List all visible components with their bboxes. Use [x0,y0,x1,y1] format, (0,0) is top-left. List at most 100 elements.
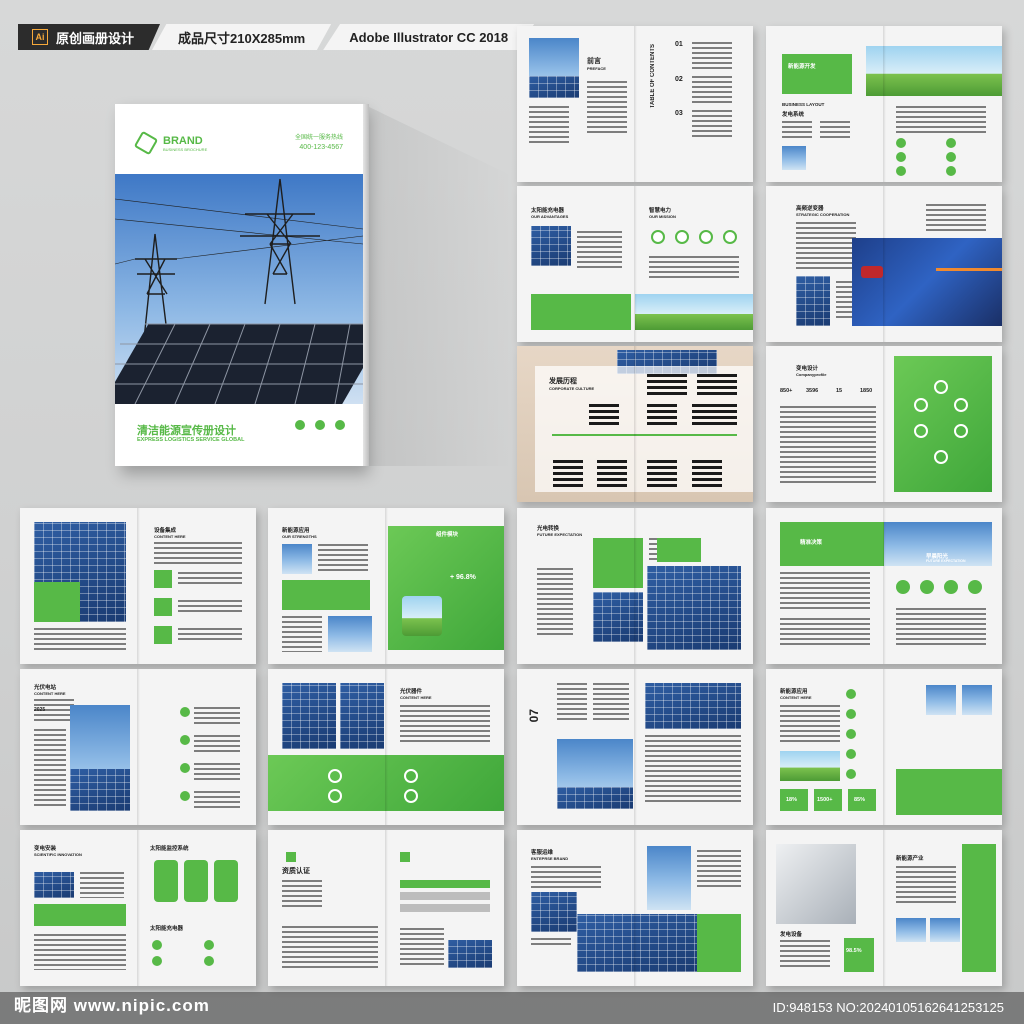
spread9-panel-2 [647,566,741,650]
illustrator-icon: Ai [32,29,48,45]
spread14-green-box [896,769,1002,815]
spread2-heading: 发电系统 [782,112,805,118]
spread3-circle-3 [699,230,713,244]
spread16-bar-3 [400,904,490,912]
cover-phone-label: 全国统一服务热线 [294,135,343,141]
spread8-photo-1 [282,544,312,574]
spread5-title: 发展历程 [549,378,577,385]
spread15-dot-4 [204,956,214,966]
spread-07: 07 [517,669,753,825]
preface-text-2 [587,81,627,136]
spread3-left-sub: OUR ADVANTAGES [531,214,569,219]
green-title-box [782,54,852,94]
spread14-photo-2 [962,685,992,715]
spread8-text-2 [282,616,322,652]
spread15-card-3 [214,860,238,902]
spread3-panel-photo [531,226,571,266]
spread8-text-1 [318,544,368,574]
stat-box-3-value: 85% [854,797,866,803]
spread17-title: 客服运维 [531,850,554,856]
spread12-panel-1 [282,683,336,749]
preface-text [529,106,569,146]
car-tail-light [861,266,883,278]
spread15-green-band [34,904,126,926]
spread3-right-sub: OUR MISSION [649,214,676,219]
spread2-title: 新能源开发 [788,64,816,70]
spread15-right-title: 太阳能监控系统 [150,846,189,852]
spread2-dot-3 [896,166,906,176]
spread6-sub: Companyprofile [796,372,827,377]
diagram-node-6 [934,450,948,464]
spread12-green-band [268,755,504,811]
hexagon-logo-icon [133,130,159,156]
spread-installation: 变电安装 SCIENTIFIC INNOVATION 太阳能监控系统 太阳能充电… [20,830,256,986]
spread-photoelectric: 光电转换 FUTURE EXPECTATION [517,508,753,664]
web-icon [335,420,345,430]
spread11-text-2 [34,729,66,809]
spread14-title: 新能源应用 [780,689,808,695]
spread18-stat: 98.5% [846,948,862,954]
spread2-text-2 [820,121,850,141]
spread11-dot-1 [180,707,190,717]
cover-photo-solar-tower [115,174,363,404]
spread4-panel [796,276,830,326]
spread11-dot-3 [180,763,190,773]
cover-brand: BRAND [163,134,203,147]
spread-new-energy-app: 新能源应用 CONTENT HERE 18% 1500+ 85% [766,669,1002,825]
charging-cable [936,268,1002,271]
spread16-text-1 [282,880,322,910]
history-text-9 [692,460,722,488]
header-label-text: 原创画册设计 [56,30,135,46]
spread4-car-photo [852,238,1002,326]
stat-1: 850+ [780,388,793,394]
spread15-text-2 [34,934,126,970]
spread13-panel [557,787,633,809]
spread15-card-2 [184,860,208,902]
spread8-wind-photo [328,616,372,652]
spread9-panel-1 [593,592,643,642]
brochure-cover: BRAND BUSINESS BROCHURE 全国统一服务热线 400-123… [115,104,369,466]
header-label-3: Adobe Illustrator CC 2018 [323,24,535,50]
stat-2: 3596 [806,388,819,394]
preface-panel [529,76,579,98]
spread11-dot-4 [180,791,190,801]
spread8-stat: + 96.8% [450,574,476,581]
mail-icon [315,420,325,430]
cover-logo: BRAND BUSINESS BROCHURE [133,130,207,156]
spread18-green-column [962,844,996,972]
spread-pv-device: 光伏器件 CONTENT HERE [268,669,504,825]
spread3-circle-4 [723,230,737,244]
header-label-1: Ai 原创画册设计 [18,24,161,50]
history-text-6 [553,460,583,488]
stat-box-1-value: 18% [786,797,798,803]
contents-item-02: 02 [675,76,683,83]
spread14-tree-photo [780,751,840,781]
history-text-1 [647,374,687,398]
spread12-circle-1 [328,769,342,783]
spread17-panel-wide [577,914,697,972]
spread17-sky-photo [647,846,691,910]
spread-certification: 资质认证 [268,830,504,986]
spread10-title: 精准决策 [800,540,823,546]
spread13-text-2 [593,683,629,723]
spread3-circle-2 [675,230,689,244]
spread3-text-2 [649,256,739,280]
cover-title: 清洁能源宣传册设计 [137,425,236,437]
diagram-node-1 [934,380,948,394]
spread2-dot-4 [946,138,956,148]
spread14-dot-3 [846,729,856,739]
spread12-circle-2 [328,789,342,803]
diagram-node-2 [914,398,928,412]
spread6-text [780,406,876,486]
spread2-dot-6 [946,166,956,176]
diagram-node-4 [914,424,928,438]
spread-inverter: 高频逆变器 STRATEGIC COOPERATION [766,186,1002,342]
cover-subtitle: EXPRESS LOGISTICS SERVICE GLOBAL [137,437,245,443]
spread14-text-1 [780,705,840,745]
spread9-sub: FUTURE EXPECTATION [537,532,583,537]
spread18-photo-1 [896,918,926,942]
history-text-7 [597,460,627,488]
spread12-title: 光伏器件 [400,689,423,695]
history-text-8 [647,460,677,488]
spread9-green-box [593,538,643,588]
